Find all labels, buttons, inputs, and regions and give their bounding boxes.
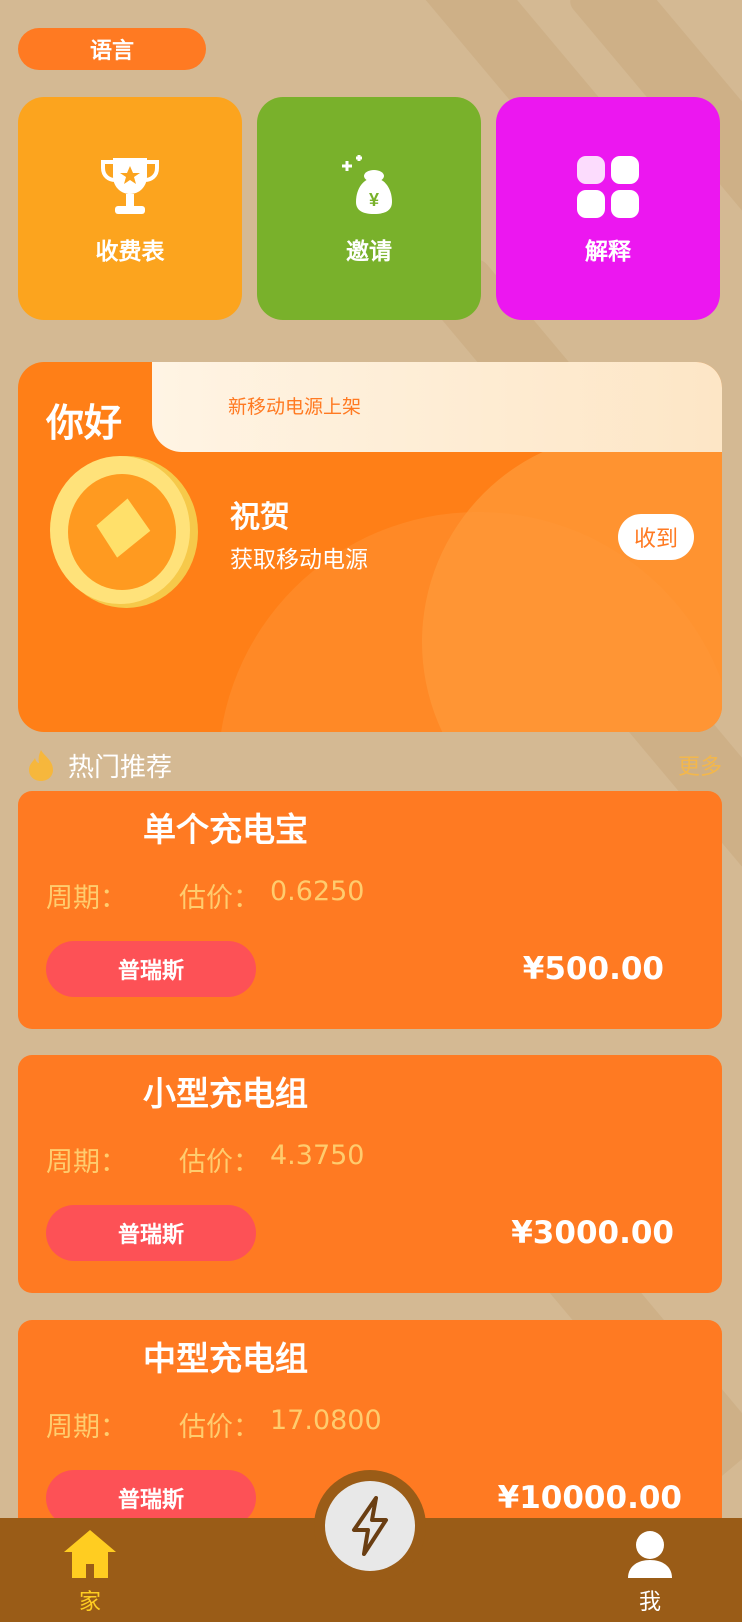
announcement-banner: 新移动电源上架 你好 祝贺 获取移动电源 收到 [18, 362, 722, 732]
tab-label: 家 [78, 1590, 101, 1615]
product-card[interactable]: 单个充电宝 周期： 估价： 0.6250 普瑞斯 ¥500.00 [18, 791, 722, 1029]
cycle-label: 周期： [46, 883, 127, 914]
product-meta: 周期： 估价： 17.0800 [46, 1405, 382, 1444]
cycle-label: 周期： [46, 1412, 127, 1443]
estimate-value: 4.3750 [270, 1140, 365, 1171]
money-bag-icon: ¥ [342, 154, 392, 214]
center-action-button[interactable] [314, 1470, 426, 1582]
grid-icon [577, 155, 639, 218]
lightning-icon [352, 1496, 388, 1556]
congrats-subtitle: 获取移动电源 [230, 547, 368, 573]
product-meta: 周期： 估价： 4.3750 [46, 1140, 364, 1179]
headline-text: 新移动电源上架 [228, 396, 362, 418]
product-tag-button[interactable]: 普瑞斯 [46, 941, 256, 997]
tile-label: 收费表 [95, 238, 165, 265]
section-title: 热门推荐 [68, 752, 173, 783]
tab-label: 我 [638, 1590, 661, 1615]
product-price: ¥500.00 [522, 951, 664, 987]
tile-label: 邀请 [346, 238, 392, 265]
tile-label: 解释 [585, 238, 631, 265]
receive-button[interactable]: 收到 [618, 514, 694, 560]
svg-text:¥: ¥ [369, 190, 379, 210]
greeting: 你好 [46, 401, 123, 445]
product-card[interactable]: 小型充电组 周期： 估价： 4.3750 普瑞斯 ¥3000.00 [18, 1055, 722, 1293]
estimate-value: 17.0800 [270, 1405, 382, 1436]
user-icon [628, 1531, 672, 1578]
product-name: 中型充电组 [143, 1339, 308, 1378]
flame-icon [29, 750, 53, 781]
congrats-title: 祝贺 [230, 500, 290, 535]
coin-icon [50, 456, 198, 608]
trophy-icon [101, 157, 159, 214]
product-tag-button[interactable]: 普瑞斯 [46, 1205, 256, 1261]
cycle-label: 周期： [46, 1147, 127, 1178]
estimate-label: 估价： [179, 1147, 260, 1178]
tab-home[interactable]: 家 [62, 1528, 118, 1616]
estimate-value: 0.6250 [270, 876, 365, 907]
more-link[interactable]: 更多 [678, 749, 722, 781]
estimate-label: 估价： [179, 1412, 260, 1443]
product-name: 单个充电宝 [143, 810, 308, 849]
home-icon [64, 1530, 116, 1578]
estimate-label: 估价： [179, 883, 260, 914]
tile-fee-schedule[interactable]: 收费表 [18, 97, 242, 320]
tile-explain[interactable]: 解释 [496, 97, 720, 320]
tab-me[interactable]: 我 [624, 1528, 676, 1616]
language-button[interactable]: 语言 [18, 28, 206, 70]
hot-recommend-header: 热门推荐 更多 [24, 747, 722, 783]
product-name: 小型充电组 [143, 1074, 308, 1113]
product-price: ¥10000.00 [497, 1480, 682, 1516]
product-meta: 周期： 估价： 0.6250 [46, 876, 364, 915]
product-price: ¥3000.00 [511, 1215, 674, 1251]
tile-invite[interactable]: ¥ 邀请 [257, 97, 481, 320]
quick-actions: 收费表 ¥ 邀请 解释 [18, 97, 722, 320]
